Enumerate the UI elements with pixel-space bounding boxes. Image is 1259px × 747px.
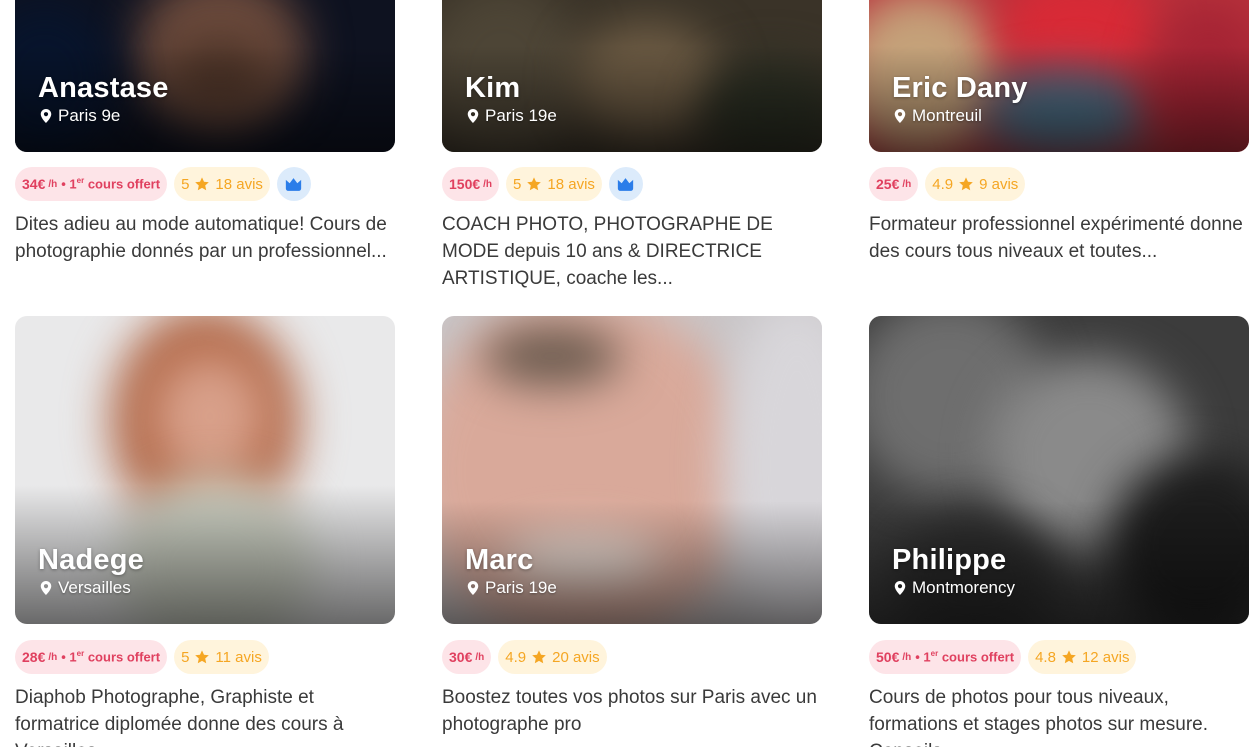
location-label: Paris 9e bbox=[58, 106, 121, 125]
location-pin-icon bbox=[894, 581, 906, 595]
teacher-name: Philippe bbox=[892, 544, 1007, 576]
first-lesson-offer: • 1er cours offert bbox=[61, 649, 161, 665]
reviews-count: 11 avis bbox=[215, 648, 262, 666]
location-pin-icon bbox=[894, 109, 906, 123]
star-icon bbox=[195, 177, 210, 191]
teacher-location: Montreuil bbox=[894, 106, 982, 126]
teacher-name: Nadege bbox=[38, 544, 144, 576]
teacher-description: Formateur professionnel expérimenté donn… bbox=[869, 214, 1243, 262]
teacher-photo[interactable]: Philippe Montmorency bbox=[869, 316, 1249, 624]
reviews-count: 12 avis bbox=[1081, 648, 1130, 666]
price-unit: /h bbox=[475, 651, 485, 663]
rating-badge: 5 18 avis bbox=[506, 167, 602, 201]
reviews-count: 9 avis bbox=[979, 175, 1019, 193]
teacher-name: Marc bbox=[465, 544, 534, 576]
location-pin-icon bbox=[467, 109, 479, 123]
reviews-count: 18 avis bbox=[547, 175, 595, 193]
teacher-photo[interactable]: Nadege Versailles bbox=[15, 316, 395, 624]
teacher-name: Anastase bbox=[38, 72, 169, 104]
rating-badge: 4.8 12 avis bbox=[1028, 640, 1137, 674]
teacher-card[interactable]: Anastase Paris 9e 34€ /h • 1er cours off… bbox=[15, 0, 395, 262]
price-badge: 28€ /h • 1er cours offert bbox=[15, 640, 168, 674]
star-icon bbox=[959, 177, 973, 191]
price-value: 34€ bbox=[22, 176, 46, 192]
crown-icon bbox=[286, 177, 302, 191]
location-pin-icon bbox=[467, 581, 479, 595]
teacher-location: Montmorency bbox=[894, 578, 1015, 598]
teacher-card[interactable]: Kim Paris 19e 150€ /h 5 18 avis COACH PH… bbox=[442, 0, 822, 289]
rating-badge: 5 18 avis bbox=[174, 167, 270, 201]
rating-value: 5 bbox=[513, 175, 522, 193]
location-label: Versailles bbox=[58, 578, 131, 597]
star-icon bbox=[195, 650, 210, 664]
teacher-card[interactable]: Eric Dany Montreuil 25€ /h 4.9 9 avis Fo… bbox=[869, 0, 1249, 262]
teacher-card[interactable]: Marc Paris 19e 30€ /h 4.9 20 avis Booste… bbox=[442, 316, 822, 735]
price-badge: 34€ /h • 1er cours offert bbox=[15, 167, 168, 201]
price-value: 30€ bbox=[449, 649, 473, 665]
teacher-photo[interactable]: Kim Paris 19e bbox=[442, 0, 822, 152]
location-label: Montmorency bbox=[912, 578, 1015, 597]
price-unit: /h bbox=[902, 178, 912, 190]
location-pin-icon bbox=[40, 109, 52, 123]
teacher-name: Eric Dany bbox=[892, 72, 1028, 104]
crown-icon bbox=[618, 177, 634, 191]
teacher-location: Paris 19e bbox=[467, 106, 557, 126]
location-pin-icon bbox=[40, 581, 52, 595]
price-badge: 50€ /h • 1er cours offert bbox=[869, 640, 1022, 674]
first-lesson-offer: • 1er cours offert bbox=[61, 176, 161, 192]
price-unit: /h bbox=[48, 178, 58, 190]
rating-badge: 5 11 avis bbox=[174, 640, 269, 674]
rating-badge: 4.9 9 avis bbox=[925, 167, 1026, 201]
teacher-photo[interactable]: Anastase Paris 9e bbox=[15, 0, 395, 152]
rating-value: 4.9 bbox=[932, 175, 954, 193]
price-value: 25€ bbox=[876, 176, 900, 192]
star-icon bbox=[527, 177, 542, 191]
premium-badge bbox=[276, 167, 311, 201]
teacher-description: Cours de photos pour tous niveaux, forma… bbox=[869, 687, 1208, 747]
premium-badge bbox=[608, 167, 643, 201]
price-value: 50€ bbox=[876, 649, 900, 665]
price-value: 150€ bbox=[449, 176, 481, 192]
reviews-count: 18 avis bbox=[215, 175, 263, 193]
location-label: Paris 19e bbox=[485, 106, 557, 125]
rating-value: 5 bbox=[181, 648, 190, 666]
teacher-name: Kim bbox=[465, 72, 521, 104]
teacher-location: Paris 19e bbox=[467, 578, 557, 598]
first-lesson-offer: • 1er cours offert bbox=[915, 649, 1015, 665]
teacher-description: Dites adieu au mode automatique! Cours d… bbox=[15, 214, 387, 262]
teacher-description: Boostez toutes vos photos sur Paris avec… bbox=[442, 687, 817, 735]
reviews-count: 20 avis bbox=[552, 648, 600, 666]
price-unit: /h bbox=[902, 651, 912, 663]
price-unit: /h bbox=[483, 178, 493, 190]
teacher-card[interactable]: Nadege Versailles 28€ /h • 1er cours off… bbox=[15, 316, 395, 747]
price-badge: 150€ /h bbox=[442, 167, 500, 201]
rating-value: 5 bbox=[181, 175, 190, 193]
teacher-description: COACH PHOTO, PHOTOGRAPHE DE MODE depuis … bbox=[442, 214, 773, 289]
location-label: Paris 19e bbox=[485, 578, 557, 597]
rating-value: 4.9 bbox=[505, 648, 527, 666]
star-icon bbox=[532, 650, 546, 664]
location-label: Montreuil bbox=[912, 106, 982, 125]
teacher-description: Diaphob Photographe, Graphiste et format… bbox=[15, 687, 344, 747]
rating-badge: 4.9 20 avis bbox=[498, 640, 607, 674]
teacher-photo[interactable]: Eric Dany Montreuil bbox=[869, 0, 1249, 152]
rating-value: 4.8 bbox=[1035, 648, 1056, 666]
price-badge: 30€ /h bbox=[442, 640, 492, 674]
teacher-card[interactable]: Philippe Montmorency 50€ /h • 1er cours … bbox=[869, 316, 1249, 747]
price-value: 28€ bbox=[22, 649, 46, 665]
price-unit: /h bbox=[48, 651, 58, 663]
teacher-location: Paris 9e bbox=[40, 106, 120, 126]
teacher-photo[interactable]: Marc Paris 19e bbox=[442, 316, 822, 624]
price-badge: 25€ /h bbox=[869, 167, 919, 201]
star-icon bbox=[1062, 650, 1076, 664]
teacher-location: Versailles bbox=[40, 578, 131, 598]
